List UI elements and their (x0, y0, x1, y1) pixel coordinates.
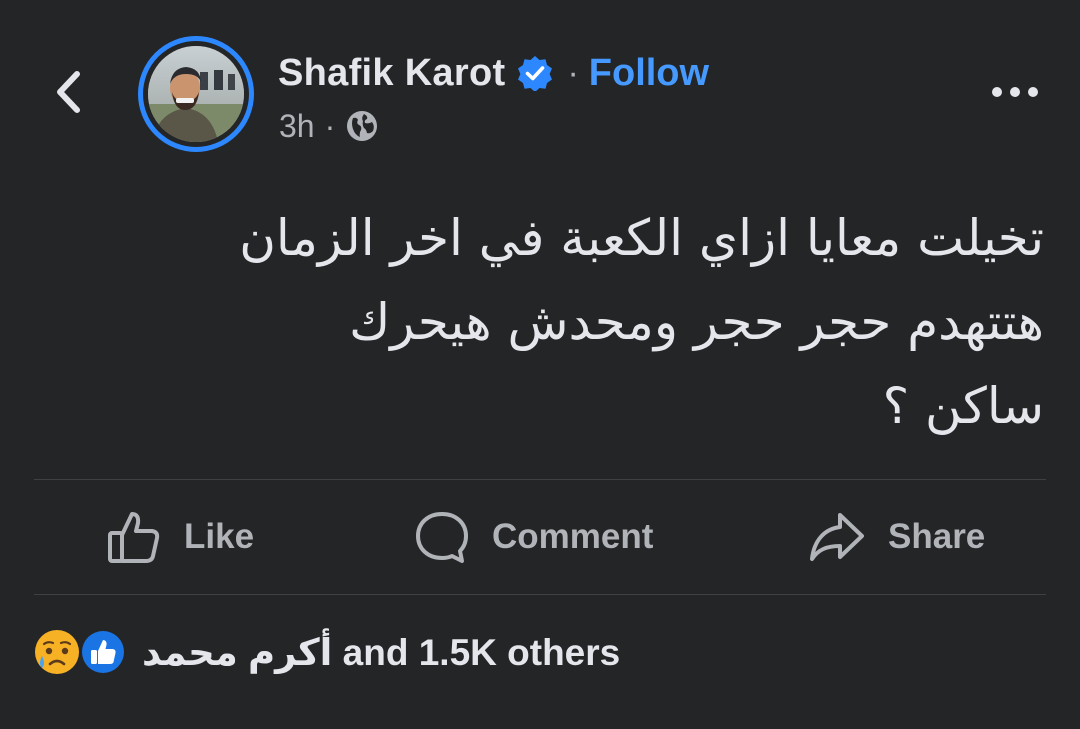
thumbs-up-icon (108, 512, 160, 563)
more-horizontal-icon (992, 87, 1038, 97)
author-avatar[interactable] (138, 36, 254, 152)
avatar (148, 46, 244, 142)
verified-badge-icon (517, 55, 553, 91)
reaction-icons (32, 627, 128, 677)
share-icon (810, 513, 864, 561)
chevron-left-icon (57, 71, 80, 113)
like-label: Like (184, 517, 255, 556)
divider-bottom (34, 594, 1046, 595)
name-separator: · (567, 53, 579, 92)
action-bar: Like Comment Share (34, 480, 1046, 594)
post-line-3: ساكن ؟ (882, 377, 1044, 435)
comment-label: Comment (492, 517, 654, 556)
post-meta: 3h · (279, 104, 379, 148)
like-reaction-icon (80, 629, 126, 675)
globe-icon[interactable] (345, 109, 379, 143)
comment-icon (416, 512, 468, 563)
more-options-button[interactable] (980, 72, 1050, 112)
comment-button[interactable]: Comment (414, 509, 653, 565)
post-line-1: تخيلت معايا ازاي الكعبة في اخر الزمان (239, 209, 1044, 267)
author-name[interactable]: Shafik Karot (278, 52, 505, 95)
post-line-2: هتتهدم حجر حجر ومحدش هيحرك (349, 293, 1044, 351)
post-time[interactable]: 3h (279, 108, 315, 145)
share-button[interactable]: Share (808, 509, 985, 565)
post-view: Shafik Karot · Follow 3h · تخيلت معايا ا… (0, 0, 1080, 729)
sad-reaction-icon (35, 630, 79, 674)
back-button[interactable] (46, 64, 90, 120)
like-button[interactable]: Like (106, 509, 254, 565)
reactions-summary[interactable]: أكرم محمد and 1.5K others (32, 624, 620, 680)
meta-separator: · (324, 107, 336, 144)
reactions-text: أكرم محمد and 1.5K others (142, 631, 621, 673)
follow-button[interactable]: Follow (589, 52, 709, 95)
post-body: تخيلت معايا ازاي الكعبة في اخر الزمان هت… (84, 196, 1044, 448)
share-label: Share (888, 517, 986, 556)
author-row: Shafik Karot · Follow (278, 48, 709, 98)
